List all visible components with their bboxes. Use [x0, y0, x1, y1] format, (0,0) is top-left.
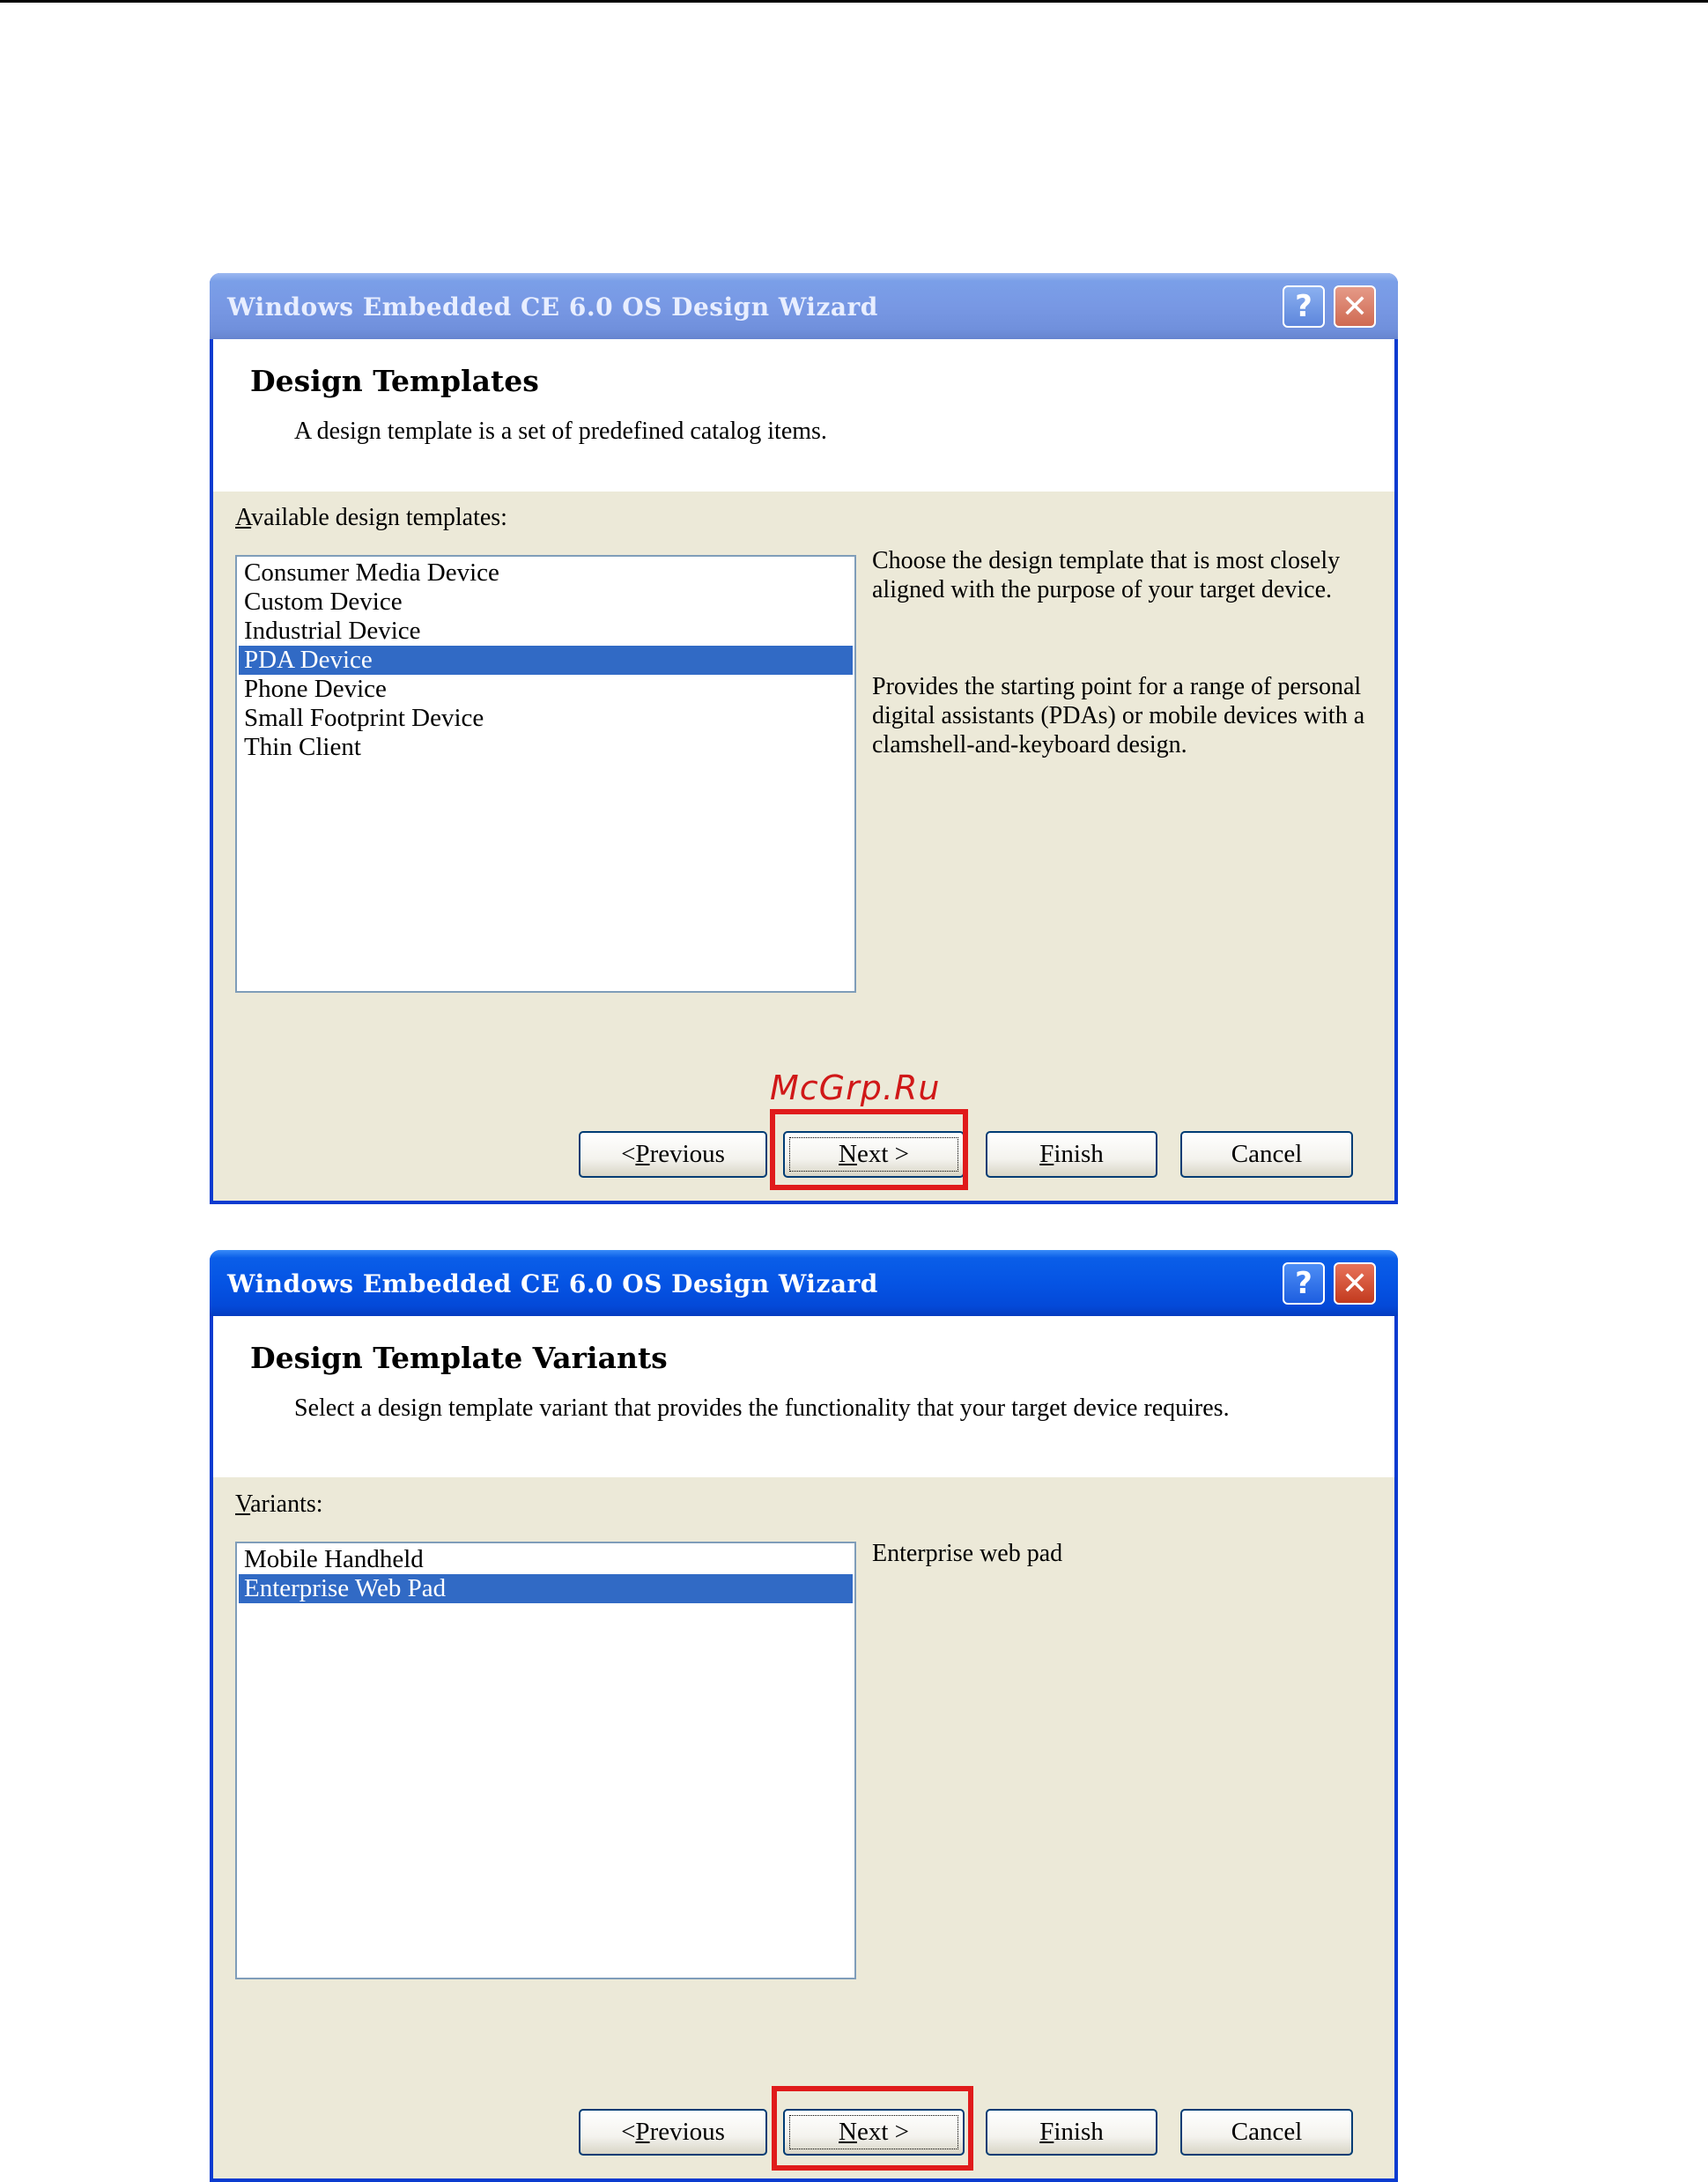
cancel-button[interactable]: Cancel [1180, 1131, 1353, 1178]
window-title: Windows Embedded CE 6.0 OS Design Wizard [227, 1269, 878, 1298]
template-guidance-text: Choose the design template that is most … [872, 547, 1341, 603]
page-top-rule [0, 0, 1708, 3]
list-label-mnemonic: A [235, 504, 252, 531]
highlight-box-next [770, 1109, 968, 1190]
list-label-text: vailable design templates: [251, 504, 507, 531]
list-label-text: ariants: [250, 1490, 323, 1518]
previous-mnemonic: P [635, 1140, 650, 1168]
help-button[interactable]: ? [1283, 285, 1325, 328]
help-icon: ? [1295, 1266, 1312, 1301]
list-label: Variants: [235, 1490, 323, 1519]
title-bar[interactable]: Windows Embedded CE 6.0 OS Design Wizard… [210, 273, 1398, 339]
list-label: Available design templates: [235, 504, 507, 532]
close-icon: ✕ [1341, 1265, 1369, 1302]
close-button[interactable]: ✕ [1334, 1262, 1376, 1305]
previous-button[interactable]: < Previous [579, 1131, 767, 1178]
list-item[interactable]: Industrial Device [239, 617, 853, 646]
page-title: Design Template Variants [250, 1341, 668, 1375]
window-title: Windows Embedded CE 6.0 OS Design Wizard [227, 292, 878, 322]
page-description: Select a design template variant that pr… [294, 1394, 1230, 1422]
list-item[interactable]: Consumer Media Device [239, 558, 853, 588]
list-item[interactable]: Thin Client [239, 733, 853, 762]
finish-mnemonic: F [1039, 2118, 1054, 2146]
close-button[interactable]: ✕ [1334, 285, 1376, 328]
previous-button[interactable]: < Previous [579, 2109, 767, 2156]
help-button[interactable]: ? [1283, 1262, 1325, 1305]
previous-label: revious [649, 1140, 725, 1168]
cancel-button[interactable]: Cancel [1180, 2109, 1353, 2156]
wizard-dialog-design-template-variants: Windows Embedded CE 6.0 OS Design Wizard… [210, 1250, 1398, 2182]
previous-mnemonic: P [635, 2118, 650, 2146]
list-item[interactable]: Custom Device [239, 588, 853, 617]
page-description: A design template is a set of predefined… [294, 418, 827, 445]
list-item[interactable]: Phone Device [239, 675, 853, 704]
highlight-box-next [772, 2086, 973, 2171]
header-panel: Design Template Variants Select a design… [213, 1316, 1394, 1477]
wizard-dialog-design-templates: Windows Embedded CE 6.0 OS Design Wizard… [210, 273, 1398, 1204]
previous-prefix: < [621, 2118, 636, 2146]
list-item-selected[interactable]: Enterprise Web Pad [239, 1574, 853, 1603]
list-label-mnemonic: V [235, 1490, 251, 1518]
template-description-text: Provides the starting point for a range … [872, 673, 1365, 758]
finish-button[interactable]: Finish [986, 1131, 1157, 1178]
design-templates-listbox[interactable]: Consumer Media Device Custom Device Indu… [235, 555, 856, 993]
page-title: Design Templates [250, 364, 539, 398]
close-icon: ✕ [1341, 288, 1369, 325]
finish-label: inish [1054, 1140, 1104, 1168]
help-icon: ? [1295, 289, 1312, 324]
header-panel: Design Templates A design template is a … [213, 339, 1394, 492]
finish-button[interactable]: Finish [986, 2109, 1157, 2156]
list-item[interactable]: Small Footprint Device [239, 704, 853, 733]
variant-description-text: Enterprise web pad [872, 1540, 1063, 1567]
list-item-selected[interactable]: PDA Device [239, 646, 853, 675]
previous-label: revious [649, 2118, 725, 2146]
finish-mnemonic: F [1039, 1140, 1054, 1168]
watermark-text: McGrp.Ru [770, 1069, 941, 1107]
title-bar[interactable]: Windows Embedded CE 6.0 OS Design Wizard… [210, 1250, 1398, 1316]
previous-prefix: < [621, 1140, 636, 1168]
list-item[interactable]: Mobile Handheld [239, 1545, 853, 1574]
finish-label: inish [1054, 2118, 1104, 2146]
variants-listbox[interactable]: Mobile Handheld Enterprise Web Pad [235, 1542, 856, 1979]
